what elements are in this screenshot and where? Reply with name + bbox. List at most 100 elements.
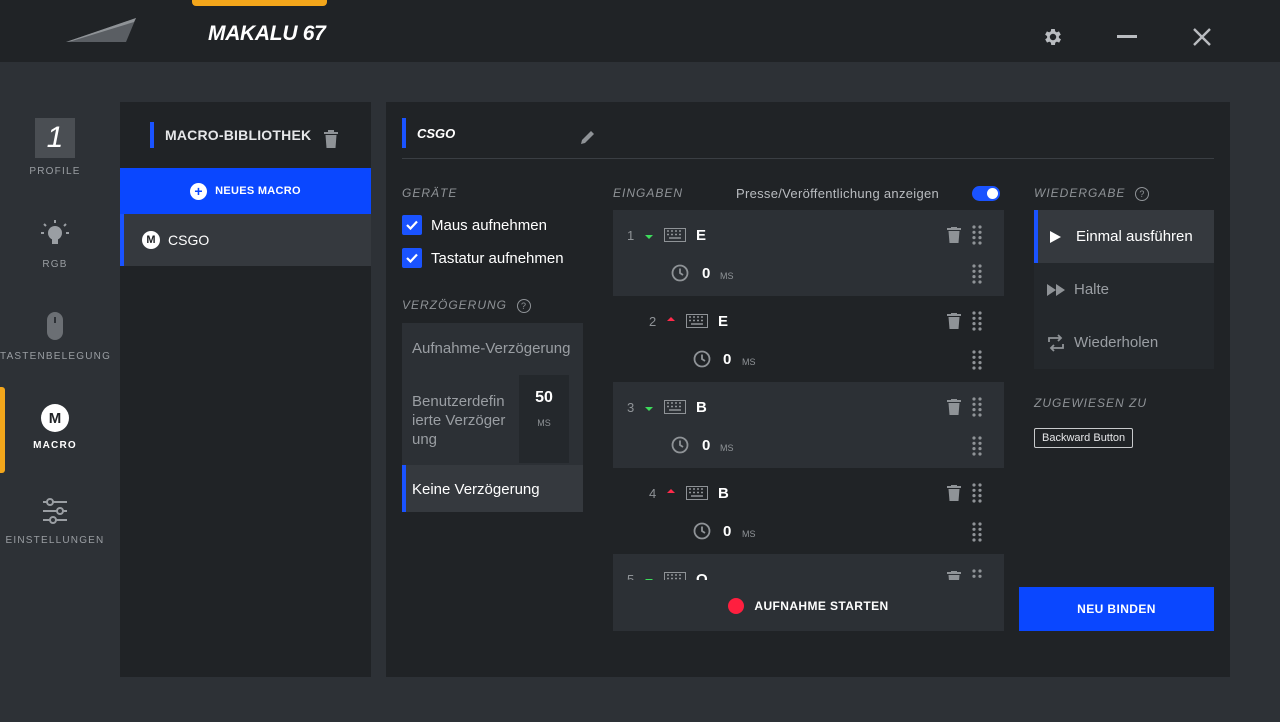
start-recording-button[interactable]: AUFNAHME STARTEN	[613, 580, 1004, 631]
new-macro-label: NEUES MACRO	[215, 185, 301, 197]
record-keyboard-checkbox-row[interactable]: Tastatur aufnehmen	[402, 248, 564, 268]
playback-option-once-label: Einmal ausführen	[1076, 228, 1193, 245]
macro-library-header: MACRO-BIBLIOTHEK	[150, 122, 311, 148]
drag-handle-icon[interactable]	[972, 522, 982, 542]
drag-handle-icon[interactable]	[972, 311, 982, 331]
event-delay-value: 0	[702, 437, 711, 454]
keyboard-icon	[664, 572, 686, 580]
record-mouse-label: Maus aufnehmen	[431, 216, 547, 234]
event-index: 2	[649, 314, 657, 329]
repeat-icon	[1046, 333, 1066, 352]
drag-handle-icon[interactable]	[972, 350, 982, 370]
drag-handle-icon[interactable]	[972, 264, 982, 284]
playback-option-hold-label: Halte	[1074, 281, 1110, 298]
playback-help-icon[interactable]: ?	[1135, 186, 1150, 201]
key-down-arrow-icon	[645, 407, 653, 411]
title-accent	[192, 0, 327, 6]
start-recording-label: AUFNAHME STARTEN	[754, 598, 889, 613]
event-index: 4	[649, 486, 657, 501]
macro-editor-panel: CSGO GERÄTE Maus aufnehmen Tastatur aufn…	[386, 102, 1230, 677]
drag-handle-icon[interactable]	[972, 397, 982, 417]
input-event-row[interactable]: 4 B 0 MS	[613, 468, 1004, 554]
profile-number: 1	[35, 118, 75, 158]
drag-handle-icon[interactable]	[972, 225, 982, 245]
input-event-row[interactable]: 2 E 0 MS	[613, 296, 1004, 382]
event-delay-unit: MS	[742, 529, 756, 539]
keyboard-icon	[686, 486, 708, 500]
settings-gear-icon[interactable]	[1038, 22, 1068, 52]
nav-item-einstellungen[interactable]: EINSTELLUNGEN	[0, 496, 110, 546]
delete-event-trash-icon[interactable]	[947, 399, 961, 415]
input-event-row[interactable]: 5 O	[613, 554, 1004, 580]
nav-item-profile[interactable]: 1 PROFILE	[0, 118, 110, 177]
nav-label-profile: PROFILE	[29, 166, 81, 177]
input-events-list[interactable]: 1 E 0 MS 2 E 0 MS 3 B 0 MS 4 B 0 MS 5 O	[613, 210, 1004, 580]
delay-option-custom[interactable]: Benutzerdefinierte Verzögerung 50 MS	[402, 375, 583, 465]
event-index: 3	[627, 400, 635, 415]
drag-handle-icon[interactable]	[972, 483, 982, 503]
show-press-release-toggle[interactable]	[972, 186, 1000, 201]
keyboard-icon	[686, 314, 708, 328]
drag-handle-icon[interactable]	[972, 569, 982, 580]
macro-list-item-csgo[interactable]: M CSGO	[120, 214, 371, 266]
minimize-icon[interactable]	[1112, 20, 1142, 50]
macro-editor-header: CSGO	[402, 118, 455, 148]
delete-event-trash-icon[interactable]	[947, 313, 961, 329]
close-icon[interactable]	[1187, 22, 1217, 52]
record-keyboard-checkbox[interactable]	[402, 248, 422, 268]
event-delay-unit: MS	[742, 357, 756, 367]
drag-handle-icon[interactable]	[972, 436, 982, 456]
nav-label-tastenbelegung: TASTENBELEGUNG	[0, 351, 112, 362]
key-up-arrow-icon	[667, 317, 675, 321]
delete-event-trash-icon[interactable]	[947, 571, 961, 580]
delay-option-recorded[interactable]: Aufnahme-Verzögerung	[402, 323, 583, 375]
keyboard-icon	[664, 228, 686, 242]
delete-event-trash-icon[interactable]	[947, 227, 961, 243]
input-event-row[interactable]: 1 E 0 MS	[613, 210, 1004, 296]
input-event-row[interactable]: 3 B 0 MS	[613, 382, 1004, 468]
custom-delay-value: 50	[535, 389, 553, 406]
header-divider	[402, 158, 1214, 159]
macro-list-item-label: CSGO	[168, 232, 210, 248]
record-mouse-checkbox[interactable]	[402, 215, 422, 235]
sliders-icon	[43, 498, 67, 524]
record-mouse-checkbox-row[interactable]: Maus aufnehmen	[402, 215, 547, 235]
custom-delay-input[interactable]: 50 MS	[519, 375, 569, 463]
delay-option-none-label: Keine Verzögerung	[412, 481, 540, 498]
playback-option-repeat[interactable]: Wiederholen	[1034, 316, 1214, 369]
macro-library-title: MACRO-BIBLIOTHEK	[165, 127, 312, 143]
delete-event-trash-icon[interactable]	[947, 485, 961, 501]
event-index: 5	[627, 572, 635, 580]
lightbulb-icon	[41, 220, 69, 244]
title-bar: MAKALU 67	[0, 0, 1280, 62]
playback-option-once[interactable]: Einmal ausführen	[1034, 210, 1214, 263]
macro-icon: M	[41, 404, 69, 432]
macro-badge-icon: M	[142, 231, 160, 249]
delete-macro-trash-icon[interactable]	[323, 130, 339, 148]
mouse-icon	[47, 312, 63, 340]
record-dot-icon	[728, 597, 745, 614]
nav-item-tastenbelegung[interactable]: TASTENBELEGUNG	[0, 310, 110, 362]
header-accent-bar	[402, 118, 406, 148]
delay-section-label: VERZÖGERUNG?	[402, 298, 532, 313]
macro-library-panel: MACRO-BIBLIOTHEK + NEUES MACRO M CSGO	[120, 102, 371, 677]
clock-icon	[671, 436, 689, 454]
delay-option-custom-label: Benutzerdefinierte Verzögerung	[412, 393, 506, 448]
playback-section-label: WIEDERGABE?	[1034, 186, 1150, 201]
playback-option-hold[interactable]: Halte	[1034, 263, 1214, 316]
new-macro-button[interactable]: + NEUES MACRO	[120, 168, 371, 214]
event-delay-unit: MS	[720, 443, 734, 453]
delay-help-icon[interactable]: ?	[517, 298, 532, 313]
event-key: E	[696, 227, 707, 244]
edit-pencil-icon[interactable]	[580, 129, 596, 145]
delay-section-title: VERZÖGERUNG	[402, 298, 508, 312]
rebind-button[interactable]: NEU BINDEN	[1019, 587, 1214, 631]
nav-item-rgb[interactable]: RGB	[0, 218, 110, 270]
event-key: O	[696, 571, 708, 580]
delay-option-none[interactable]: Keine Verzögerung	[402, 465, 583, 512]
nav-item-macro[interactable]: M MACRO	[0, 404, 110, 451]
event-delay-value: 0	[723, 351, 732, 368]
event-key: B	[696, 399, 707, 416]
assigned-button-chip[interactable]: Backward Button	[1034, 428, 1134, 448]
event-delay-unit: MS	[720, 271, 734, 281]
